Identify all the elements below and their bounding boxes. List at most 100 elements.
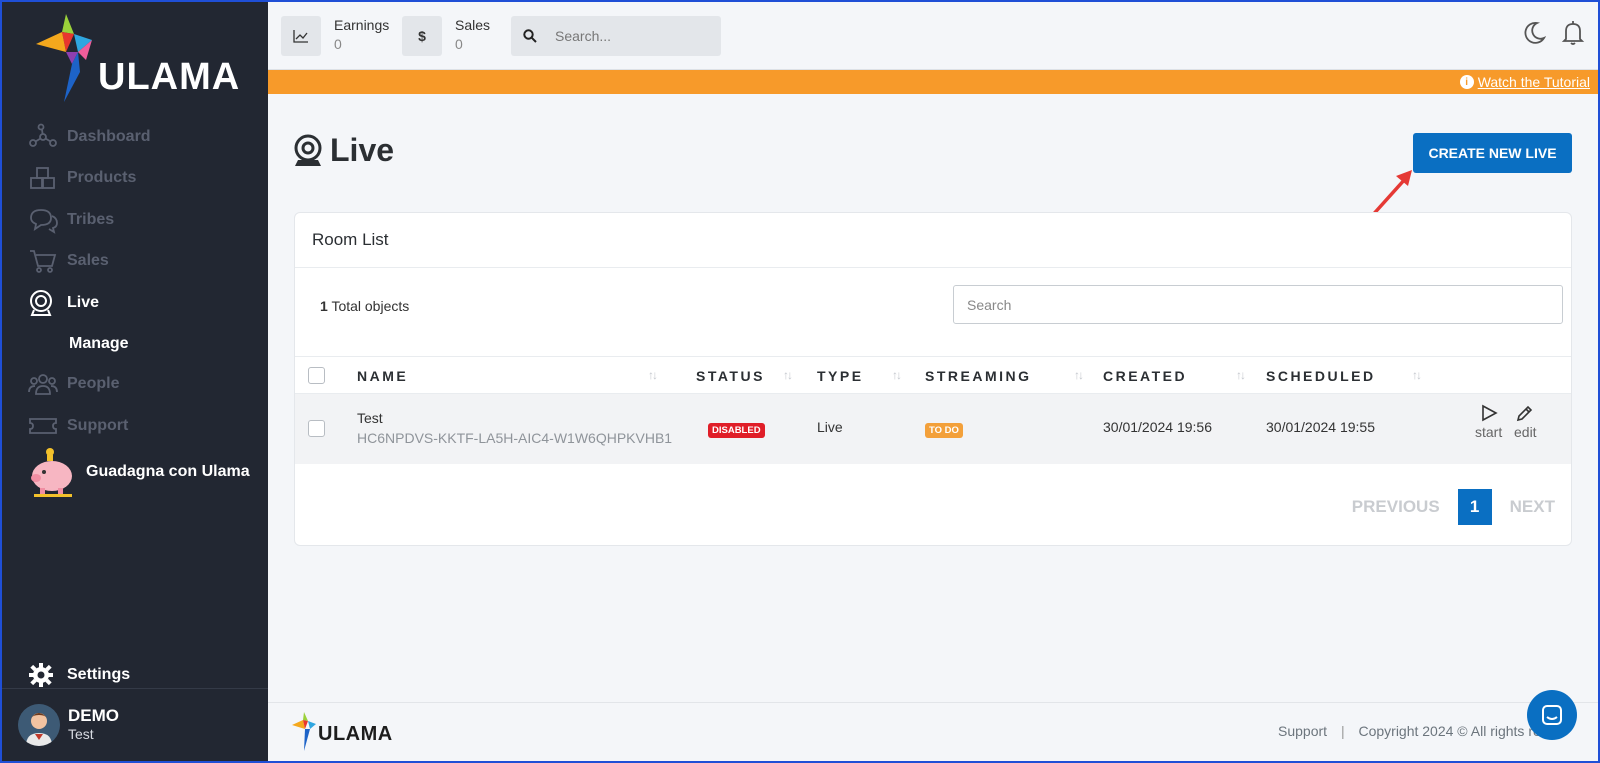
footer-brand-name: ULAMA: [318, 723, 393, 745]
scheduled-date: 30/01/2024 19:55: [1266, 419, 1375, 435]
sidebar-item-label: Tribes: [67, 210, 115, 228]
search-icon: [523, 29, 537, 43]
chat-icon: [1542, 705, 1562, 725]
sidebar-item-settings[interactable]: Settings: [28, 662, 130, 688]
start-button[interactable]: start: [1475, 404, 1502, 440]
card-title: Room List: [295, 213, 1571, 268]
sort-icon[interactable]: ↑↓: [1412, 368, 1422, 382]
col-scheduled[interactable]: SCHEDULED: [1266, 357, 1376, 395]
sales-label: Sales: [455, 17, 491, 33]
search-input[interactable]: [555, 28, 705, 44]
footer-links: Support | Copyright 2024 © All rights re…: [1278, 723, 1548, 739]
sort-icon[interactable]: ↑↓: [648, 368, 658, 382]
webcam-icon: [292, 134, 324, 168]
user-profile[interactable]: DEMO Test: [2, 688, 268, 761]
cart-icon: [28, 247, 62, 275]
edit-button[interactable]: edit: [1514, 404, 1537, 440]
page-number-button[interactable]: 1: [1457, 489, 1492, 525]
piggy-bank-icon: [31, 448, 72, 497]
sidebar: ULAMA Dashboard Products Tribes Sales Li…: [2, 2, 268, 761]
total-count: 1: [320, 298, 328, 314]
sidebar-item-sales[interactable]: Sales: [2, 241, 268, 283]
room-list-card: Room List 1 Total objects NAME ↑↓ STATUS…: [294, 212, 1572, 546]
tutorial-link-label: Watch the Tutorial: [1477, 74, 1590, 90]
sidebar-item-support[interactable]: Support: [2, 405, 268, 447]
footer-copyright: Copyright 2024 © All rights res: [1358, 723, 1548, 739]
footer-logo: ULAMA: [292, 711, 392, 758]
table-header: NAME ↑↓ STATUS ↑↓ TYPE ↑↓ STREAMING ↑↓ C…: [295, 356, 1571, 394]
col-status[interactable]: STATUS: [696, 357, 765, 395]
footer-support-link[interactable]: Support: [1278, 723, 1327, 739]
sales-value: 0: [455, 36, 463, 52]
info-icon: i: [1459, 75, 1474, 89]
sort-icon[interactable]: ↑↓: [1236, 368, 1246, 382]
gear-icon: [28, 662, 62, 688]
products-icon: [28, 164, 62, 192]
promo-earn[interactable]: Guadagna con Ulama: [28, 446, 250, 498]
sidebar-item-people[interactable]: People: [2, 364, 268, 406]
user-subtitle: Test: [68, 726, 94, 742]
brand-name: ULAMA: [98, 56, 241, 98]
dollar-icon: $: [402, 16, 442, 56]
sidebar-item-tribes[interactable]: Tribes: [2, 199, 268, 241]
bird-logo-icon: [36, 14, 92, 102]
chart-line-icon: [281, 16, 321, 56]
earnings-stat: Earnings 0: [281, 16, 389, 56]
moon-icon[interactable]: [1520, 20, 1546, 46]
global-search[interactable]: [511, 16, 721, 56]
sidebar-item-live[interactable]: Live: [2, 282, 268, 324]
sales-stat: $ Sales 0: [402, 16, 490, 56]
earnings-value: 0: [334, 36, 342, 52]
select-all-checkbox[interactable]: [308, 367, 325, 384]
footer: ULAMA Support | Copyright 2024 © All rig…: [268, 702, 1598, 761]
webcam-icon: [28, 289, 62, 317]
room-search-input[interactable]: [953, 285, 1563, 324]
sidebar-nav: Dashboard Products Tribes Sales Live Man…: [2, 116, 268, 447]
total-objects: 1 Total objects: [320, 298, 409, 314]
people-icon: [28, 370, 62, 398]
tribes-icon: [28, 206, 62, 234]
col-type[interactable]: TYPE: [817, 357, 864, 395]
create-new-live-button[interactable]: CREATE NEW LIVE: [1413, 133, 1572, 173]
row-checkbox[interactable]: [308, 420, 325, 437]
sidebar-item-label: Products: [67, 169, 137, 187]
col-name[interactable]: NAME: [357, 357, 408, 395]
sort-icon[interactable]: ↑↓: [1074, 368, 1084, 382]
tutorial-banner: i Watch the Tutorial: [268, 70, 1598, 94]
pencil-icon: [1517, 405, 1533, 422]
ulama-logo[interactable]: ULAMA: [36, 12, 246, 104]
watch-tutorial-link[interactable]: i Watch the Tutorial: [1459, 74, 1590, 90]
total-label: Total objects: [331, 298, 410, 314]
edit-label: edit: [1514, 424, 1537, 440]
col-created[interactable]: CREATED: [1103, 357, 1187, 395]
created-date: 30/01/2024 19:56: [1103, 419, 1212, 435]
earnings-label: Earnings: [334, 17, 390, 33]
page-title-text: Live: [330, 132, 395, 168]
next-page-button[interactable]: NEXT: [1510, 497, 1555, 517]
sidebar-item-dashboard[interactable]: Dashboard: [2, 116, 268, 158]
status-badge: DISABLED: [708, 423, 765, 438]
room-name: Test: [357, 410, 383, 426]
sidebar-item-label: Dashboard: [67, 127, 151, 145]
ticket-icon: [28, 412, 62, 440]
previous-page-button[interactable]: PREVIOUS: [1352, 497, 1440, 517]
sort-icon[interactable]: ↑↓: [783, 368, 793, 382]
col-streaming[interactable]: STREAMING: [925, 357, 1032, 395]
table-row[interactable]: Test HC6NPDVS-KKTF-LA5H-AIC4-W1W6QHPKVHB…: [295, 394, 1571, 464]
sidebar-item-label: People: [67, 375, 120, 393]
sidebar-subitem-manage[interactable]: Manage: [2, 324, 268, 364]
chat-launcher-button[interactable]: [1527, 690, 1577, 740]
page-title: Live: [292, 132, 394, 169]
start-label: start: [1475, 424, 1503, 440]
sort-icon[interactable]: ↑↓: [892, 368, 902, 382]
room-code: HC6NPDVS-KKTF-LA5H-AIC4-W1W6QHPKVHB1: [357, 430, 673, 446]
settings-label: Settings: [67, 666, 131, 683]
streaming-badge: TO DO: [925, 423, 963, 438]
sidebar-item-label: Live: [67, 293, 100, 311]
sidebar-item-products[interactable]: Products: [2, 158, 268, 200]
bell-icon[interactable]: [1560, 20, 1586, 46]
play-icon: [1481, 404, 1498, 422]
room-type: Live: [817, 419, 843, 435]
user-name: DEMO: [68, 706, 119, 725]
promo-label: Guadagna con Ulama: [86, 463, 250, 480]
